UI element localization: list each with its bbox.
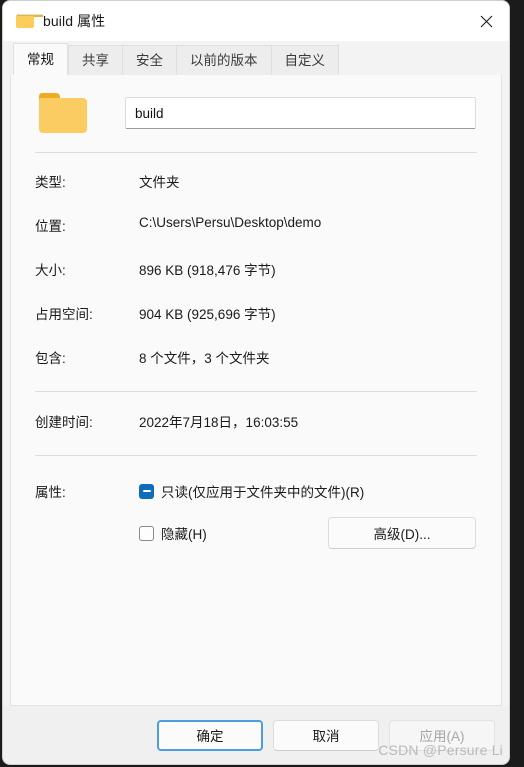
property-value: 文件夹: [139, 175, 180, 190]
general-tab-panel: 类型: 文件夹 位置: C:\Users\Persu\Desktop\demo …: [10, 75, 502, 706]
readonly-checkbox-label: 只读(仅应用于文件夹中的文件)(R): [161, 485, 365, 500]
properties-dialog: build 属性 常规 共享 安全 以前的版本 自定义 类型: 文件夹: [2, 0, 510, 765]
readonly-checkbox[interactable]: [139, 483, 154, 499]
property-row-size: 大小: 896 KB (918,476 字节): [35, 235, 477, 279]
folder-name-input[interactable]: [125, 97, 476, 129]
property-row-contains: 包含: 8 个文件，3 个文件夹: [35, 323, 477, 367]
folder-name-row: [11, 75, 501, 133]
property-label: 包含:: [35, 351, 66, 366]
attributes-section: 属性: 只读(仅应用于文件夹中的文件)(R) 隐藏(H) 高级(D)...: [11, 456, 501, 549]
title-bar-left: build 属性: [3, 11, 105, 31]
readonly-checkbox-row[interactable]: 只读(仅应用于文件夹中的文件)(R): [139, 481, 477, 501]
property-label: 占用空间:: [35, 307, 93, 322]
close-icon: [480, 15, 492, 27]
apply-button[interactable]: 应用(A): [389, 719, 495, 751]
window-title: build 属性: [43, 13, 106, 29]
advanced-button[interactable]: 高级(D)...: [328, 517, 476, 549]
dialog-footer: 确定 取消 应用(A) CSDN @Persure Li: [3, 706, 509, 764]
attributes-label: 属性:: [35, 485, 66, 500]
property-label: 大小:: [35, 263, 66, 278]
cancel-button[interactable]: 取消: [273, 719, 379, 751]
tab-previous-versions[interactable]: 以前的版本: [176, 45, 271, 75]
tab-sharing[interactable]: 共享: [68, 45, 122, 75]
tab-general[interactable]: 常规: [13, 43, 68, 75]
property-row-type: 类型: 文件夹: [35, 153, 477, 191]
property-row-location: 位置: C:\Users\Persu\Desktop\demo: [35, 191, 477, 235]
close-button[interactable]: [463, 1, 509, 41]
tab-strip: 常规 共享 安全 以前的版本 自定义: [3, 41, 509, 75]
property-value: 8 个文件，3 个文件夹: [139, 351, 270, 366]
attributes-fields: 只读(仅应用于文件夹中的文件)(R) 隐藏(H) 高级(D)...: [139, 481, 477, 549]
property-value: 896 KB (918,476 字节): [139, 263, 276, 278]
property-value: 2022年7月18日，16:03:55: [139, 415, 299, 430]
hidden-checkbox-label: 隐藏(H): [161, 527, 207, 542]
property-label: 类型:: [35, 175, 66, 190]
folder-icon: [16, 14, 43, 28]
property-value: C:\Users\Persu\Desktop\demo: [139, 215, 322, 230]
property-row-size-on-disk: 占用空间: 904 KB (925,696 字节): [35, 279, 477, 323]
property-value: 904 KB (925,696 字节): [139, 307, 276, 322]
created-section: 创建时间: 2022年7月18日，16:03:55: [11, 392, 501, 431]
property-row-created: 创建时间: 2022年7月18日，16:03:55: [35, 392, 477, 431]
title-bar: build 属性: [3, 1, 509, 41]
hidden-and-advanced-row: 隐藏(H) 高级(D)...: [139, 517, 477, 549]
ok-button[interactable]: 确定: [157, 719, 263, 751]
hidden-checkbox-row[interactable]: 隐藏(H): [139, 523, 207, 543]
hidden-checkbox[interactable]: [139, 525, 154, 541]
property-label: 位置:: [35, 219, 66, 234]
tab-security[interactable]: 安全: [122, 45, 176, 75]
folder-large-icon: [39, 93, 87, 133]
tab-customize[interactable]: 自定义: [270, 45, 339, 75]
property-label: 创建时间:: [35, 415, 93, 430]
property-list: 类型: 文件夹 位置: C:\Users\Persu\Desktop\demo …: [11, 153, 501, 367]
